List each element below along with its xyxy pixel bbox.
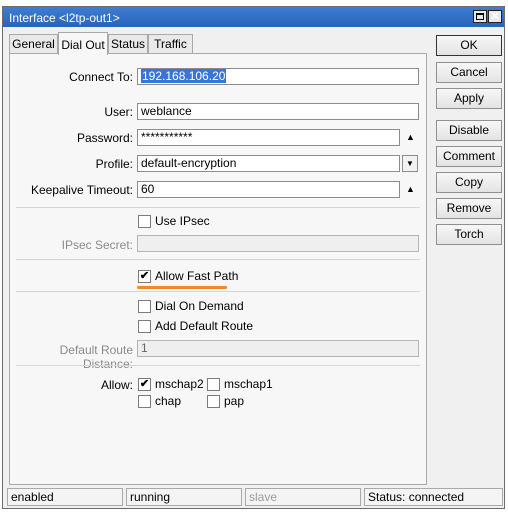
- status-bar: enabled running slave Status: connected: [7, 488, 503, 506]
- tab-traffic[interactable]: Traffic: [148, 34, 193, 54]
- allow-fast-path-checkbox[interactable]: ✔: [138, 270, 151, 283]
- ipsec-secret-label: IPsec Secret:: [61, 238, 133, 252]
- keepalive-label: Keepalive Timeout:: [30, 183, 133, 197]
- divider: [16, 291, 420, 292]
- divider: [16, 365, 420, 366]
- title-bar[interactable]: Interface <l2tp-out1> ✕: [3, 7, 504, 27]
- mschap1-checkbox[interactable]: [207, 378, 220, 391]
- connect-to-value: 192.168.106.20: [141, 69, 227, 83]
- pap-checkbox[interactable]: [207, 395, 220, 408]
- remove-button[interactable]: Remove: [436, 198, 502, 219]
- chap-checkbox[interactable]: [138, 395, 151, 408]
- window-title: Interface <l2tp-out1>: [9, 11, 120, 25]
- status-enabled: enabled: [7, 488, 123, 506]
- mschap1-label: mschap1: [224, 377, 273, 391]
- divider: [16, 207, 420, 208]
- tab-status[interactable]: Status: [108, 34, 148, 54]
- highlight-underline: [137, 286, 227, 289]
- ok-button[interactable]: OK: [436, 35, 502, 56]
- apply-button[interactable]: Apply: [436, 88, 502, 109]
- keepalive-up-arrow-icon[interactable]: ▲: [402, 181, 419, 198]
- cancel-button[interactable]: Cancel: [436, 62, 502, 83]
- copy-button[interactable]: Copy: [436, 172, 502, 193]
- allow-label: Allow:: [100, 378, 133, 392]
- mschap2-checkbox[interactable]: ✔: [138, 378, 151, 391]
- dial-on-demand-label: Dial On Demand: [155, 299, 244, 313]
- tab-dial-out[interactable]: Dial Out: [58, 32, 108, 55]
- interface-window: Interface <l2tp-out1> ✕ General Dial Out…: [2, 6, 505, 509]
- pap-label: pap: [224, 394, 245, 408]
- connect-to-label: Connect To:: [69, 70, 133, 84]
- torch-button[interactable]: Torch: [436, 224, 502, 245]
- default-route-distance-input[interactable]: 1: [137, 340, 419, 357]
- tab-general[interactable]: General: [9, 34, 58, 54]
- divider: [16, 259, 420, 260]
- password-up-arrow-icon[interactable]: ▲: [402, 129, 419, 146]
- status-connection: Status: connected: [364, 488, 503, 506]
- password-input[interactable]: ***********: [137, 129, 400, 146]
- user-label: User:: [104, 105, 133, 119]
- allow-fast-path-label: Allow Fast Path: [155, 269, 239, 283]
- status-slave: slave: [245, 488, 361, 506]
- ipsec-secret-input[interactable]: [137, 235, 419, 252]
- add-default-route-label: Add Default Route: [155, 319, 254, 333]
- profile-dropdown-icon[interactable]: ▼: [402, 155, 418, 172]
- profile-select[interactable]: default-encryption: [137, 155, 400, 172]
- keepalive-input[interactable]: 60: [137, 181, 400, 198]
- use-ipsec-checkbox[interactable]: [138, 215, 151, 228]
- chap-label: chap: [155, 394, 182, 408]
- add-default-route-checkbox[interactable]: [138, 320, 151, 333]
- user-input[interactable]: weblance: [137, 103, 419, 120]
- disable-button[interactable]: Disable: [436, 120, 502, 141]
- connect-to-input[interactable]: 192.168.106.20: [137, 68, 419, 85]
- close-icon[interactable]: ✕: [488, 10, 502, 23]
- profile-label: Profile:: [95, 157, 133, 171]
- maximize-icon[interactable]: [473, 10, 487, 23]
- dial-out-panel: Connect To: 192.168.106.20 User: weblanc…: [9, 53, 427, 485]
- comment-button[interactable]: Comment: [436, 146, 502, 167]
- mschap2-label: mschap2: [155, 377, 204, 391]
- dial-on-demand-checkbox[interactable]: [138, 300, 151, 313]
- status-running: running: [126, 488, 242, 506]
- password-label: Password:: [76, 131, 133, 145]
- use-ipsec-label: Use IPsec: [155, 214, 210, 228]
- default-route-distance-label: Default Route Distance:: [59, 343, 133, 371]
